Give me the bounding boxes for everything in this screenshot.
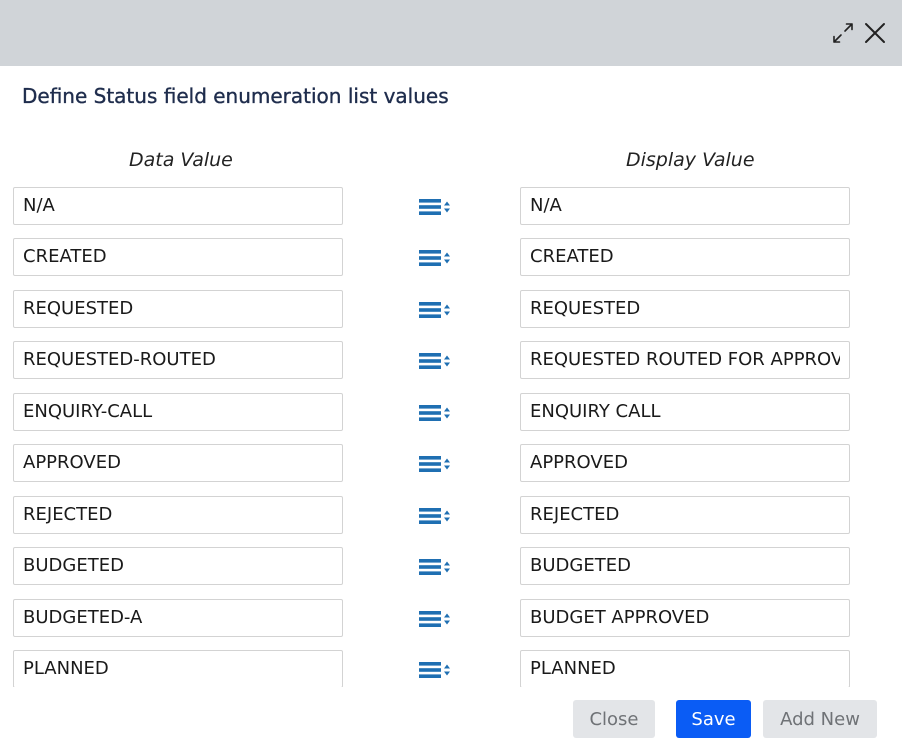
display-value-input[interactable] xyxy=(520,238,850,276)
data-value-input[interactable] xyxy=(13,187,343,225)
display-value-input[interactable] xyxy=(520,290,850,328)
display-value-input[interactable] xyxy=(520,496,850,534)
data-value-input[interactable] xyxy=(13,496,343,534)
enum-row xyxy=(0,238,902,278)
close-button[interactable]: Close xyxy=(573,700,655,738)
enumeration-list[interactable] xyxy=(0,180,902,687)
enum-row xyxy=(0,599,902,639)
drag-reorder-icon[interactable] xyxy=(418,455,454,473)
drag-reorder-icon[interactable] xyxy=(418,198,454,216)
drag-reorder-icon[interactable] xyxy=(418,507,454,525)
dialog-footer: Close Save Add New xyxy=(0,690,902,750)
enum-row xyxy=(0,290,902,330)
dialog-title: Define Status field enumeration list val… xyxy=(22,84,449,108)
save-button[interactable]: Save xyxy=(676,700,751,738)
drag-reorder-icon[interactable] xyxy=(418,404,454,422)
data-value-input[interactable] xyxy=(13,444,343,482)
dialog-titlebar xyxy=(0,0,902,66)
close-x-icon[interactable] xyxy=(863,21,887,45)
data-value-column-header: Data Value xyxy=(129,149,233,171)
expand-arrows-icon[interactable] xyxy=(831,21,855,45)
data-value-input[interactable] xyxy=(13,650,343,687)
drag-reorder-icon[interactable] xyxy=(418,301,454,319)
drag-reorder-icon[interactable] xyxy=(418,249,454,267)
drag-reorder-icon[interactable] xyxy=(418,661,454,679)
drag-reorder-icon[interactable] xyxy=(418,558,454,576)
display-value-input[interactable] xyxy=(520,547,850,585)
enum-row xyxy=(0,496,902,536)
drag-reorder-icon[interactable] xyxy=(418,610,454,628)
enum-row xyxy=(0,547,902,587)
display-value-column-header: Display Value xyxy=(626,149,755,171)
add-new-button[interactable]: Add New xyxy=(763,700,877,738)
data-value-input[interactable] xyxy=(13,393,343,431)
display-value-input[interactable] xyxy=(520,599,850,637)
data-value-input[interactable] xyxy=(13,290,343,328)
enum-row xyxy=(0,444,902,484)
enum-row xyxy=(0,393,902,433)
display-value-input[interactable] xyxy=(520,650,850,687)
enum-row xyxy=(0,341,902,381)
enum-row xyxy=(0,187,902,227)
display-value-input[interactable] xyxy=(520,187,850,225)
drag-reorder-icon[interactable] xyxy=(418,352,454,370)
enum-row xyxy=(0,650,902,687)
display-value-input[interactable] xyxy=(520,444,850,482)
data-value-input[interactable] xyxy=(13,341,343,379)
data-value-input[interactable] xyxy=(13,599,343,637)
display-value-input[interactable] xyxy=(520,393,850,431)
display-value-input[interactable] xyxy=(520,341,850,379)
data-value-input[interactable] xyxy=(13,547,343,585)
data-value-input[interactable] xyxy=(13,238,343,276)
